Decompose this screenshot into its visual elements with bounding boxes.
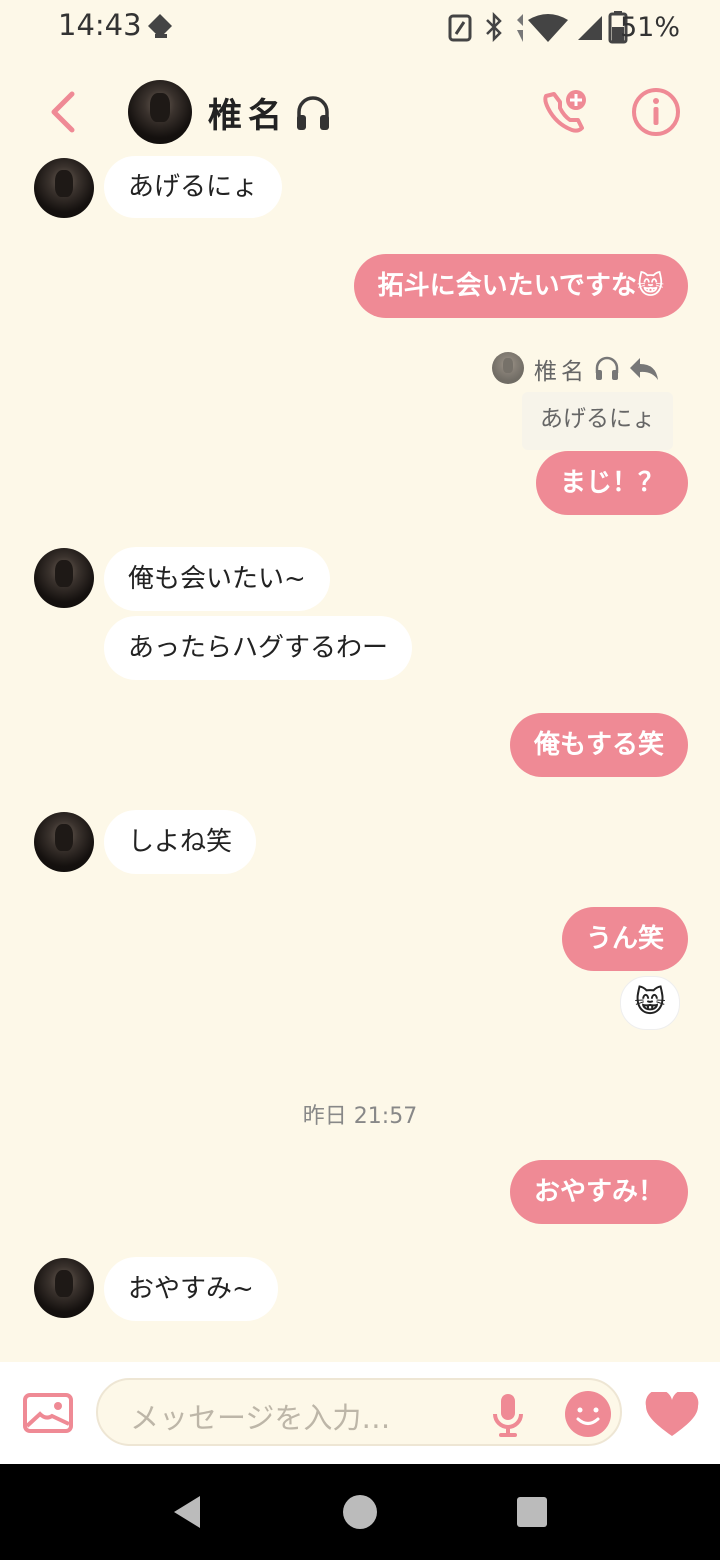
headphones-icon [297,96,329,130]
message-bubble-outgoing[interactable]: うん笑 [561,907,688,971]
message-bubble-incoming[interactable]: おやすみ~ [104,1257,278,1321]
message-input[interactable]: メッセージを入力… [96,1378,622,1446]
home-nav-icon[interactable] [342,1494,378,1530]
smiley-icon[interactable] [564,1390,612,1438]
status-time: 14:43 [58,8,142,42]
info-icon[interactable] [630,86,682,138]
avatar[interactable] [34,158,94,218]
message-bubble-outgoing[interactable]: おやすみ！ [509,1160,688,1224]
message-bubble-outgoing[interactable]: 俺もする笑 [509,713,688,777]
date-separator: 昨日 21:57 [302,1104,418,1129]
image-icon[interactable] [22,1392,74,1434]
add-call-icon[interactable] [538,86,590,138]
message-bubble-outgoing[interactable]: 拓斗に会いたいですな😸 [353,254,688,318]
wifi-icon [517,14,568,42]
message-bubble-incoming[interactable]: 俺も会いたい~ [104,547,330,611]
reply-icon [630,358,658,380]
message-bubble-incoming[interactable]: あったらハグするわー [104,616,413,680]
signal-icon [578,16,602,40]
heart-icon[interactable] [644,1392,700,1438]
reply-to-name: 椎名 [534,359,588,385]
chevron-left-icon[interactable] [46,90,80,134]
reaction-badge[interactable]: 😸 [620,976,680,1030]
battery-percentage: 51% [619,12,680,43]
back-nav-icon[interactable] [170,1494,204,1530]
composer-bar: メッセージを入力… [0,1362,720,1464]
avatar[interactable] [34,812,94,872]
recents-nav-icon[interactable] [516,1496,548,1528]
reply-quote[interactable]: あげるにょ [522,392,673,450]
reply-avatar-small [492,352,524,384]
status-bar: 14:43 51% [0,0,720,56]
headphones-icon [595,356,619,380]
notification-icon [148,14,172,38]
nfc-icon [448,14,472,42]
message-bubble-outgoing[interactable]: まじ！？ [535,451,688,515]
contact-avatar[interactable] [128,80,192,144]
microphone-icon[interactable] [490,1392,526,1438]
contact-name[interactable]: 椎名 [208,88,288,137]
message-bubble-incoming[interactable]: しよね笑 [104,810,257,874]
message-input-placeholder: メッセージを入力… [130,1401,391,1435]
chat-header: 椎名 [0,62,720,162]
bluetooth-icon [486,12,502,42]
message-bubble-incoming[interactable]: あげるにょ [104,156,283,218]
system-navigation-bar [0,1464,720,1560]
avatar[interactable] [34,1258,94,1318]
avatar[interactable] [34,548,94,608]
